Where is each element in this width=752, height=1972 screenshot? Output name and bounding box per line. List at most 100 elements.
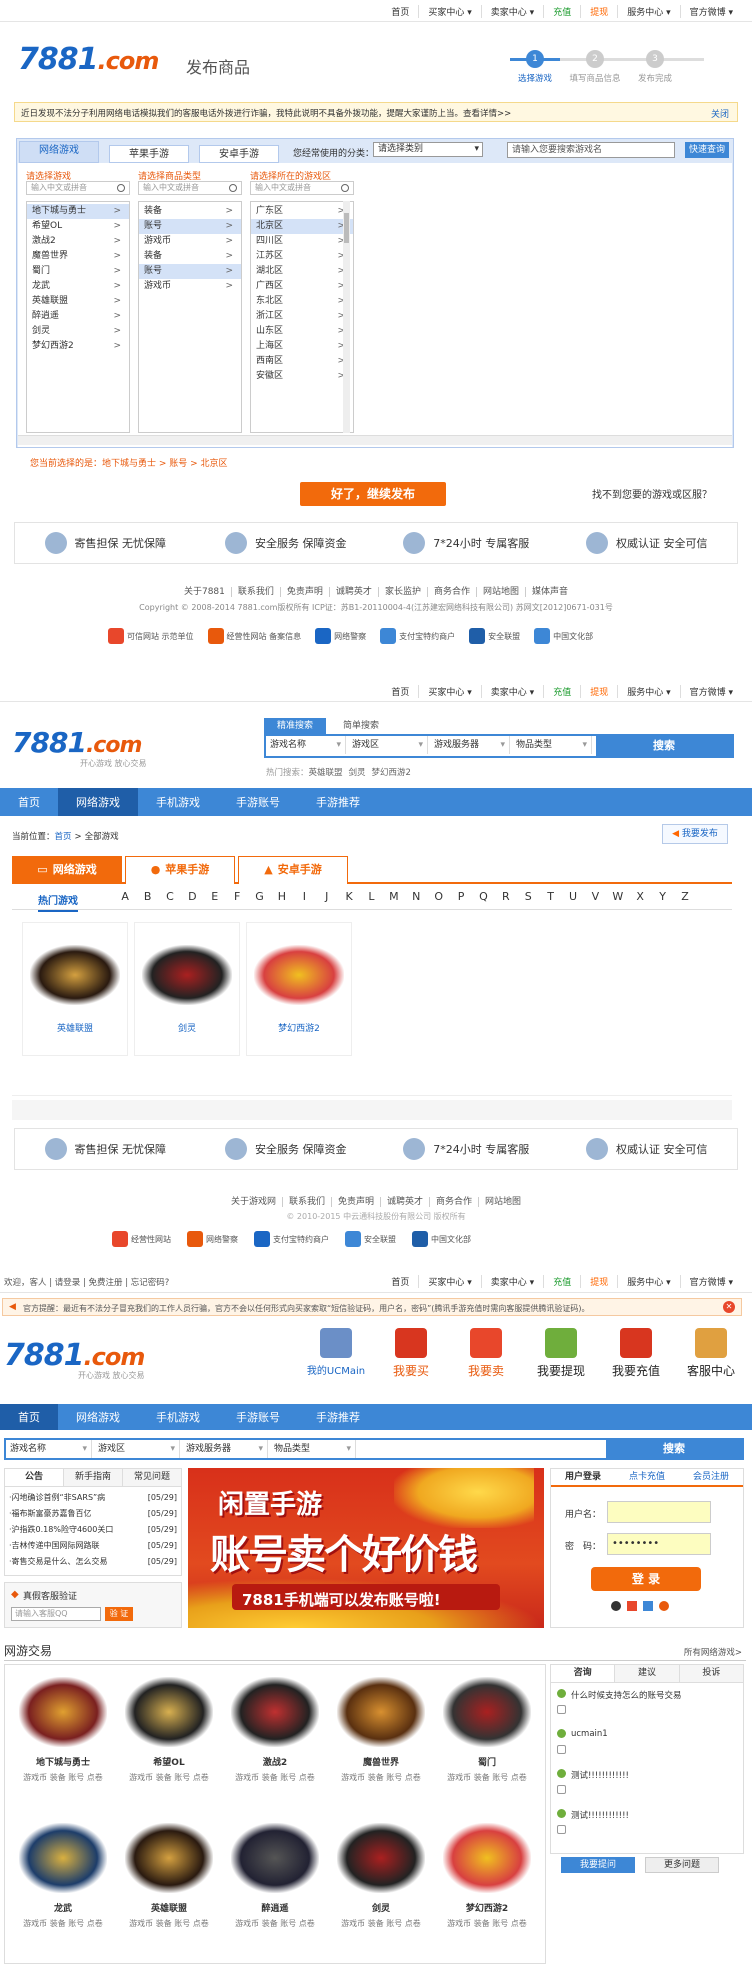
promo-banner[interactable]: 闲置手游 账号卖个好价钱 7881手机端可以发布账号啦! [188,1468,544,1628]
qa-item[interactable]: 测试!!!!!!!!!!!! [557,1769,737,1809]
nav-item[interactable]: 手游推荐 [298,788,378,816]
list-item[interactable]: 账号 [139,264,241,279]
alipay-icon[interactable] [643,1601,653,1611]
tab-android[interactable]: 安卓手游 [199,145,279,163]
letter-filter[interactable]: F [226,890,248,903]
game-card[interactable]: 英雄联盟 [22,922,128,1056]
news-tab[interactable]: 新手指南 [63,1469,122,1486]
not-found-link[interactable]: 找不到您要的游戏或区服？ [592,486,712,501]
footer-link[interactable]: 免责声明 [330,1197,380,1207]
continue-publish-button[interactable]: 好了，继续发布 [300,482,446,506]
top-link[interactable]: 买家中心 ▾ [418,4,480,18]
top-link[interactable]: 官方微博 ▾ [679,4,742,18]
qq-input[interactable]: 请输入客服QQ [11,1607,101,1621]
list-item[interactable]: 梦幻西游2 [27,339,129,354]
top-link[interactable]: 买家中心 ▾ [418,1274,480,1288]
game-card[interactable]: 梦幻西游2 游戏币 装备 账号 点卷 [435,1823,539,1953]
qa-item[interactable]: 什么时候支持怎么的账号交易 [557,1689,737,1729]
nav-item[interactable]: 手游账号 [218,1404,298,1430]
login-button[interactable]: 登 录 [591,1567,701,1591]
game-card[interactable]: 蜀门 游戏币 装备 账号 点卷 [435,1677,539,1807]
list-item[interactable]: 魔兽世界 [27,249,129,264]
nav-item[interactable]: 网络游戏 [58,1404,138,1430]
nav-item[interactable]: 首页 [0,1404,58,1430]
all-games-link[interactable]: 所有网络游戏> [684,1646,742,1658]
footer-link[interactable]: 免责声明 [279,587,329,597]
trust-badge[interactable]: 可信网站 示范单位 [108,624,194,648]
ask-question-button[interactable]: 我要提问 [561,1857,635,1873]
list-item[interactable]: 安徽区 [251,369,353,384]
news-item[interactable]: ·寄售交易是什么、怎么交易 [05/29] [9,1554,177,1570]
list-item[interactable]: 四川区 [251,234,353,249]
breadcrumb-item[interactable]: 首页 [55,832,72,842]
trust-badge[interactable]: 网络警察 [187,1230,238,1248]
category-tab[interactable]: ● 苹果手游 [125,856,235,884]
game-card[interactable]: 剑灵 [134,922,240,1056]
news-item[interactable]: ·沪指跌0.18%险守4600关口 [05/29] [9,1522,177,1538]
letter-filter[interactable]: Q [472,890,494,903]
letter-filter[interactable]: D [181,890,203,903]
top-link[interactable]: 首页 [382,5,418,18]
footer-link[interactable]: 诚聘英才 [380,1197,430,1207]
list-item[interactable]: 游戏币 [139,279,241,294]
game-trade-links[interactable]: 游戏币 装备 账号 点卷 [11,1918,115,1929]
list-item[interactable]: 北京区 [251,219,353,234]
game-card[interactable]: 魔兽世界 游戏币 装备 账号 点卷 [329,1677,433,1807]
footer-link[interactable]: 网站地图 [478,1197,528,1207]
list-item[interactable]: 蜀门 [27,264,129,279]
search-field[interactable]: 游戏服务器 ▾ [430,736,510,754]
hot-search-link[interactable]: 梦幻西游2 [372,768,411,778]
hot-search-link[interactable]: 英雄联盟 [309,768,343,778]
news-item[interactable]: ·吉林传递中国网际网路联 [05/29] [9,1538,177,1554]
trust-badge[interactable]: 支付宝特约商户 [380,624,455,648]
game-card[interactable]: 英雄联盟 游戏币 装备 账号 点卷 [117,1823,221,1953]
list-item[interactable]: 英雄联盟 [27,294,129,309]
nav-item[interactable]: 首页 [0,788,58,816]
letter-filter[interactable]: B [136,890,158,903]
quick-link[interactable]: 我要提现 [525,1326,597,1388]
nav-item[interactable]: 手游推荐 [298,1404,378,1430]
login-tab[interactable]: 点卡充值 [615,1469,679,1485]
footer-link[interactable]: 关于游戏网 [225,1197,282,1207]
site-logo[interactable]: 7881.com [4,1338,145,1373]
top-link[interactable]: 充值 [543,1274,580,1288]
trust-badge[interactable]: 安全联盟 [345,1230,396,1248]
trust-badge[interactable]: 经营性网站 [112,1230,171,1248]
top-link[interactable]: 买家中心 ▾ [418,684,480,698]
letter-filter[interactable]: K [338,890,360,903]
nav-item[interactable]: 网络游戏 [58,788,138,816]
game-card[interactable]: 希望OL 游戏币 装备 账号 点卷 [117,1677,221,1807]
username-input[interactable] [607,1501,711,1523]
footer-link[interactable]: 商务合作 [426,587,476,597]
news-item[interactable]: ·闪地确诊首例“非SARS”病 [05/29] [9,1490,177,1506]
list-item[interactable]: 游戏币 [139,234,241,249]
list-item[interactable]: 浙江区 [251,309,353,324]
quick-link[interactable]: 我的UCMain [300,1326,372,1388]
top-link[interactable]: 官方微博 ▾ [679,1274,742,1288]
search-button[interactable]: 搜索 [596,736,732,756]
list-item[interactable]: 广西区 [251,279,353,294]
search-field[interactable]: 游戏区 ▾ [94,1440,180,1458]
taobao-icon[interactable] [659,1601,669,1611]
game-trade-links[interactable]: 游戏币 装备 账号 点卷 [223,1772,327,1783]
search-field[interactable]: 物品类型 ▾ [512,736,592,754]
game-trade-links[interactable]: 游戏币 装备 账号 点卷 [329,1918,433,1929]
letter-filter[interactable]: E [204,890,226,903]
verify-button[interactable]: 验 证 [105,1607,133,1621]
list-item[interactable]: 广东区 [251,204,353,219]
news-item[interactable]: ·福布斯富豪苏嘉鲁百亿 [05/29] [9,1506,177,1522]
footer-link[interactable]: 家长监护 [377,587,427,597]
search-field[interactable]: 游戏区 ▾ [348,736,428,754]
trust-badge[interactable]: 中国文化部 [534,624,593,648]
login-tab[interactable]: 会员注册 [679,1469,743,1485]
game-trade-links[interactable]: 游戏币 装备 账号 点卷 [435,1918,539,1929]
password-input[interactable]: •••••••• [607,1533,711,1555]
footer-link[interactable]: 联系我们 [230,587,280,597]
list-item[interactable]: 湖北区 [251,264,353,279]
tab-online[interactable]: 网络游戏 [19,141,99,163]
game-search-input[interactable]: 请输入您要搜索游戏名 [507,142,675,158]
footer-link[interactable]: 联系我们 [281,1197,331,1207]
letter-filter[interactable]: J [316,890,338,903]
quick-link[interactable]: 我要买 [375,1326,447,1388]
list-item[interactable]: 装备 [139,204,241,219]
